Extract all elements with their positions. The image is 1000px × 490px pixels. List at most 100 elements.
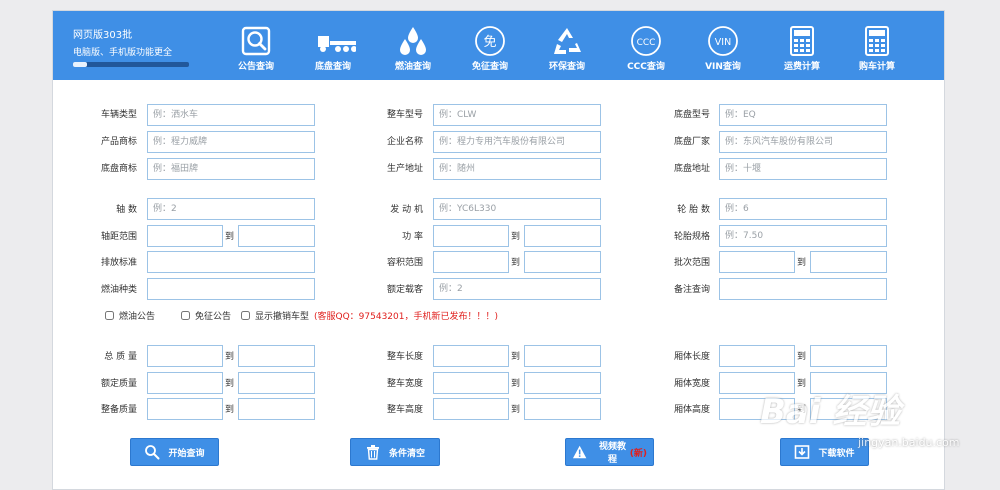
- height-max-input[interactable]: [524, 398, 601, 420]
- tire-spec-input[interactable]: [719, 225, 887, 247]
- power-min-input[interactable]: [433, 225, 509, 247]
- emission-input[interactable]: [147, 251, 315, 273]
- curb-mass-max-input[interactable]: [238, 398, 315, 420]
- range-separator: 到: [511, 379, 521, 389]
- chassis-brand-input[interactable]: [147, 158, 315, 180]
- length-label: 整车长度: [386, 352, 423, 362]
- search-button-label: 开始查询: [168, 448, 205, 459]
- vehicle-type-input[interactable]: [147, 104, 315, 126]
- nav-item-exempt[interactable]: 免 免征查询: [455, 24, 525, 72]
- version-label: 网页版303批: [73, 30, 133, 41]
- total-mass-max-input[interactable]: [238, 345, 315, 367]
- rated-mass-max-input[interactable]: [238, 372, 315, 394]
- box-length-min-input[interactable]: [719, 345, 795, 367]
- engine-input[interactable]: [433, 198, 601, 220]
- brand-input[interactable]: [147, 131, 315, 153]
- length-max-input[interactable]: [524, 345, 601, 367]
- width-label: 整车宽度: [386, 379, 423, 389]
- nav-label: CCC查询: [627, 62, 665, 72]
- company-label: 企业名称: [386, 137, 423, 147]
- curb-mass-min-input[interactable]: [147, 398, 223, 420]
- nav-item-vin[interactable]: VIN VIN查询: [688, 24, 758, 72]
- company-input[interactable]: [433, 131, 601, 153]
- chassis-addr-input[interactable]: [719, 158, 887, 180]
- video-tutorial-button[interactable]: 视频教程 (新): [565, 438, 654, 466]
- batch-max-input[interactable]: [810, 251, 887, 273]
- exempt-glyph: 免: [483, 35, 496, 50]
- nav-label: 运费计算: [783, 62, 820, 72]
- wheelbase-label: 轴距范围: [100, 232, 137, 242]
- width-min-input[interactable]: [433, 372, 509, 394]
- box-height-label: 厢体高度: [673, 405, 710, 415]
- tires-input[interactable]: [719, 198, 887, 220]
- download-button[interactable]: 下载软件: [780, 438, 869, 466]
- batch-min-input[interactable]: [719, 251, 795, 273]
- exempt-announcement-checkbox[interactable]: 免征公告: [181, 309, 231, 322]
- range-separator: 到: [797, 258, 807, 268]
- remark-label: 备注查询: [673, 285, 710, 295]
- range-separator: 到: [225, 232, 235, 242]
- box-length-max-input[interactable]: [810, 345, 887, 367]
- height-min-input[interactable]: [433, 398, 509, 420]
- search-button[interactable]: 开始查询: [130, 438, 219, 466]
- download-button-label: 下载软件: [818, 448, 855, 459]
- search-icon: [145, 445, 160, 460]
- wheelbase-max-input[interactable]: [238, 225, 315, 247]
- volume-min-input[interactable]: [433, 251, 509, 273]
- width-max-input[interactable]: [524, 372, 601, 394]
- chassis-maker-input[interactable]: [719, 131, 887, 153]
- nav-item-environment[interactable]: 环保查询: [532, 24, 602, 72]
- chassis-model-input[interactable]: [719, 104, 887, 126]
- prod-addr-input[interactable]: [433, 158, 601, 180]
- range-separator: 到: [511, 232, 521, 242]
- box-length-label: 厢体长度: [673, 352, 710, 362]
- tire-spec-label: 轮胎规格: [673, 232, 710, 242]
- nav-item-purchase[interactable]: 购车计算: [842, 24, 912, 72]
- seats-input[interactable]: [433, 278, 601, 300]
- batch-label: 批次范围: [673, 258, 710, 268]
- trash-icon: [366, 445, 379, 460]
- fuel-announcement-check[interactable]: [105, 311, 114, 320]
- power-max-input[interactable]: [524, 225, 601, 247]
- model-input[interactable]: [433, 104, 601, 126]
- axle-input[interactable]: [147, 198, 315, 220]
- wheelbase-min-input[interactable]: [147, 225, 223, 247]
- new-badge: (新): [629, 448, 647, 459]
- nav-item-freight[interactable]: 运费计算: [767, 24, 837, 72]
- vin-icon: VIN: [708, 26, 738, 56]
- box-width-max-input[interactable]: [810, 372, 887, 394]
- remark-input[interactable]: [719, 278, 887, 300]
- engine-label: 发 动 机: [390, 205, 423, 215]
- service-notice: (客服QQ：97543201，手机新已发布！！！): [314, 312, 498, 322]
- subtitle-label: 电脑版、手机版功能更全: [73, 48, 173, 58]
- range-separator: 到: [797, 379, 807, 389]
- magnifier-icon: [241, 26, 271, 56]
- nav-item-announcement[interactable]: 公告查询: [221, 24, 291, 72]
- chassis-addr-label: 底盘地址: [673, 164, 710, 174]
- fuel-drops-icon: [400, 27, 426, 55]
- nav-item-fuel[interactable]: 燃油查询: [378, 24, 448, 72]
- clear-button[interactable]: 条件清空: [350, 438, 440, 466]
- nav-item-chassis[interactable]: 底盘查询: [298, 24, 368, 72]
- exempt-announcement-check[interactable]: [181, 311, 190, 320]
- length-min-input[interactable]: [433, 345, 509, 367]
- box-height-min-input[interactable]: [719, 398, 795, 420]
- truck-icon: [318, 36, 356, 52]
- nav-item-ccc[interactable]: CCC CCC查询: [611, 24, 681, 72]
- fuel-input[interactable]: [147, 278, 315, 300]
- rated-mass-min-input[interactable]: [147, 372, 223, 394]
- box-width-label: 厢体宽度: [673, 379, 710, 389]
- range-separator: 到: [511, 352, 521, 362]
- total-mass-min-input[interactable]: [147, 345, 223, 367]
- video-tutorial-label: 视频教程: [599, 442, 627, 465]
- calculator-icon: [790, 26, 814, 56]
- box-width-min-input[interactable]: [719, 372, 795, 394]
- show-revoked-checkbox[interactable]: 显示撤销车型: [241, 309, 309, 322]
- show-revoked-check[interactable]: [241, 311, 250, 320]
- box-height-max-input[interactable]: [810, 398, 887, 420]
- prod-addr-label: 生产地址: [386, 164, 423, 174]
- fuel-announcement-checkbox[interactable]: 燃油公告: [105, 309, 155, 322]
- volume-max-input[interactable]: [524, 251, 601, 273]
- brand-label: 产品商标: [100, 137, 137, 147]
- ccc-icon: CCC: [631, 26, 661, 56]
